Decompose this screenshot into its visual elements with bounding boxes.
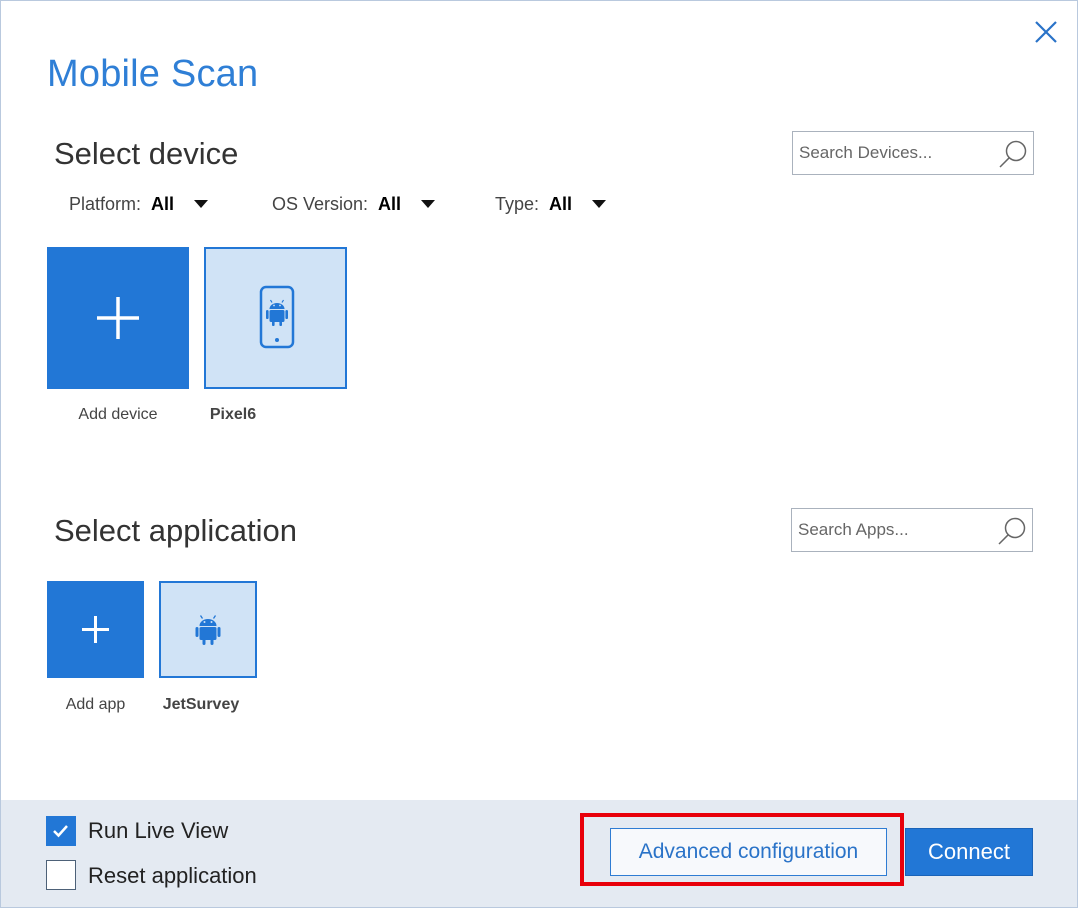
search-apps-box[interactable] — [791, 508, 1033, 552]
device-name-pixel6: Pixel6 — [209, 406, 257, 423]
checkmark-icon — [53, 825, 68, 838]
type-filter[interactable]: Type: All — [495, 192, 607, 216]
app-name-jetsurvey: JetSurvey — [162, 696, 240, 713]
connect-button[interactable]: Connect — [905, 828, 1033, 876]
type-filter-label: Type: — [495, 193, 540, 214]
android-icon — [195, 615, 221, 645]
app-tile-jetsurvey[interactable] — [159, 581, 257, 678]
os-version-filter[interactable]: OS Version: All — [272, 192, 436, 216]
close-icon[interactable] — [1031, 17, 1061, 47]
mobile-scan-dialog: Mobile Scan Select device Platform: All … — [0, 0, 1078, 908]
os-version-filter-value: All — [378, 193, 402, 214]
reset-application-checkbox[interactable] — [46, 860, 76, 890]
os-version-filter-label: OS Version: — [272, 193, 369, 214]
chevron-down-icon[interactable] — [194, 200, 209, 208]
add-device-button[interactable] — [47, 247, 189, 389]
run-live-view-checkbox[interactable] — [46, 816, 76, 846]
run-live-view-label: Run Live View — [88, 818, 229, 843]
platform-filter-value: All — [151, 193, 175, 214]
platform-filter[interactable]: Platform: All — [69, 192, 209, 216]
search-icon[interactable] — [996, 515, 1028, 547]
reset-application-label: Reset application — [88, 863, 257, 888]
search-icon[interactable] — [997, 138, 1029, 170]
plus-icon — [82, 616, 109, 643]
type-filter-value: All — [549, 193, 573, 214]
add-app-button[interactable] — [47, 581, 144, 678]
plus-icon — [97, 297, 139, 339]
device-tile-pixel6[interactable] — [204, 247, 347, 389]
select-application-heading: Select application — [54, 513, 297, 548]
platform-filter-label: Platform: — [69, 193, 142, 214]
search-apps-input[interactable] — [798, 509, 988, 551]
select-device-heading: Select device — [54, 136, 239, 171]
chevron-down-icon[interactable] — [421, 200, 436, 208]
search-devices-box[interactable] — [792, 131, 1034, 175]
chevron-down-icon[interactable] — [592, 200, 607, 208]
add-device-label: Add device — [78, 406, 158, 423]
add-app-label: Add app — [65, 696, 126, 713]
android-phone-icon — [259, 285, 295, 349]
dialog-title: Mobile Scan — [47, 53, 259, 95]
advanced-configuration-button[interactable]: Advanced configuration — [610, 828, 887, 876]
search-devices-input[interactable] — [799, 132, 989, 174]
